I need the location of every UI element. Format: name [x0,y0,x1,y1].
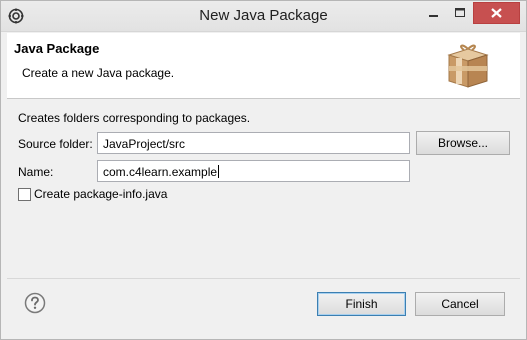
finish-button[interactable]: Finish [317,292,406,316]
package-box-icon [445,41,491,91]
source-folder-label: Source folder: [18,137,93,151]
maximize-button[interactable] [447,2,473,24]
cancel-button[interactable]: Cancel [415,292,505,316]
title-bar[interactable]: New Java Package [0,0,527,32]
package-name-field[interactable]: com.c4learn.example [97,160,410,182]
source-folder-field[interactable]: JavaProject/src [97,132,410,154]
minimize-icon [429,15,438,17]
help-icon[interactable] [24,292,46,314]
package-info-checkbox[interactable] [18,188,31,201]
close-icon [491,8,502,18]
maximize-icon [455,8,465,17]
new-java-package-dialog: New Java Package Java Package Create a n… [0,0,527,340]
package-name-value: com.c4learn.example [103,165,218,179]
footer-divider [7,278,520,279]
banner-title: Java Package [14,41,100,56]
name-label: Name: [18,165,54,179]
minimize-button[interactable] [421,2,447,24]
wizard-body: Creates folders corresponding to package… [7,100,520,278]
close-button[interactable] [473,2,520,24]
banner-description: Create a new Java package. [22,66,175,80]
intro-text: Creates folders corresponding to package… [18,111,251,125]
wizard-banner: Java Package Create a new Java package. [7,33,520,99]
browse-button[interactable]: Browse... [416,131,510,155]
package-info-label[interactable]: Create package-info.java [34,187,167,201]
